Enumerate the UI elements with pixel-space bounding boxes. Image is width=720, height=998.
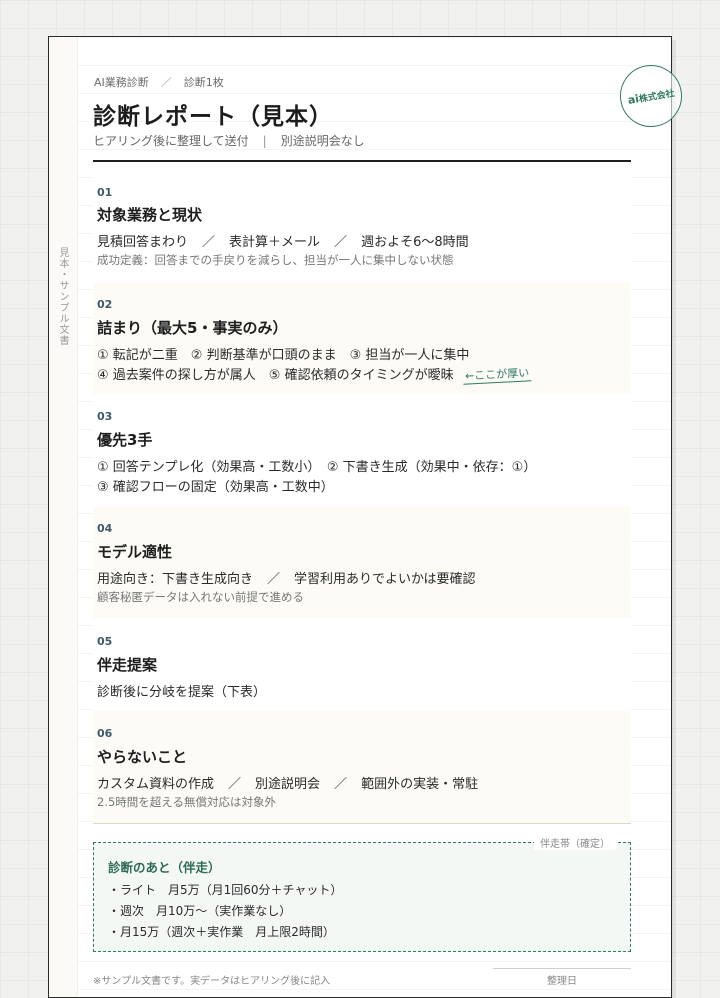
company-seal-stamp: ai 株式会社 xyxy=(615,60,687,132)
page-title: 診断レポート（見本） xyxy=(93,104,333,130)
section-number: 05 xyxy=(97,635,113,648)
support-item: ・月15万（週次＋実作業 月上限2時間） xyxy=(108,925,335,939)
section-title: 伴走提案 xyxy=(97,656,158,674)
section-line: カスタム資料の作成 ／ 別途説明会 ／ 範囲外の実装・常駐 xyxy=(97,773,478,792)
breadcrumb-separator: ／ xyxy=(160,76,172,89)
section-line: ④ 過去案件の探し方が属人 ⑤ 確認依頼のタイミングが曖昧 xyxy=(97,368,454,383)
section-06: 06 やらないこと カスタム資料の作成 ／ 別途説明会 ／ 範囲外の実装・常駐 2.5時… xyxy=(93,711,631,824)
line-part: 学習利用ありでよいかは要確認 xyxy=(294,572,476,587)
section-number: 02 xyxy=(97,298,113,311)
section-number: 01 xyxy=(97,186,113,199)
section-title: 詰まり（最大5・事実のみ） xyxy=(97,319,288,337)
section-note: 顧客秘匿データは入れない前提で進める xyxy=(97,590,304,604)
report-paper: 見本・サンプル文書 AI業務診断 ／ 診断1枚 診断レポート（見本） ヒアリング後に… xyxy=(48,36,687,998)
handwritten-annotation: ←ここが厚い xyxy=(462,364,532,385)
section-01: 01 対象業務と現状 見積回答まわり ／ 表計算＋メール ／ 週およそ6〜8時間 成功定… xyxy=(93,174,631,283)
section-line: 診断後に分岐を提案（下表） xyxy=(97,685,267,700)
line-separator: ／ xyxy=(334,235,348,250)
line-separator: ／ xyxy=(334,777,348,792)
section-line: 用途向き：下書き生成向き ／ 学習利用ありでよいかは要確認 xyxy=(97,568,476,587)
section-note: 2.5時間を超える無償対応は対象外 xyxy=(97,795,276,809)
line-part: カスタム資料の作成 xyxy=(97,777,215,792)
line-part: 見積回答まわり xyxy=(97,235,189,250)
breadcrumb-item: 診断1枚 xyxy=(183,76,224,89)
line-part: 用途向き：下書き生成向き xyxy=(97,572,254,587)
breadcrumb-item: AI業務診断 xyxy=(94,76,149,89)
section-title: モデル適性 xyxy=(97,543,173,561)
stamp-text: 株式会社 xyxy=(638,88,676,105)
section-03: 03 優先3手 ① 回答テンプレ化（効果高・工数小） ② 下書き生成（効果中・依… xyxy=(93,394,631,507)
section-line: ③ 確認フローの固定（効果高・工数中） xyxy=(97,480,334,495)
section-title: やらないこと xyxy=(97,748,188,766)
header-rule xyxy=(93,160,631,162)
line-separator: ／ xyxy=(202,235,216,250)
support-tag: 伴走帯（確定） xyxy=(534,835,616,850)
support-item: ・週次 月10万〜（実作業なし） xyxy=(108,904,292,918)
margin-band: 見本・サンプル文書 xyxy=(49,37,78,997)
line-part: 別途説明会 xyxy=(255,777,321,792)
section-number: 04 xyxy=(97,522,113,535)
section-04: 04 モデル適性 用途向き：下書き生成向き ／ 学習利用ありでよいかは要確認 顧客秘… xyxy=(93,506,631,620)
section-title: 対象業務と現状 xyxy=(97,206,203,224)
section-note: 成功定義：回答までの手戻りを減らし、担当が一人に集中しない状態 xyxy=(97,253,454,267)
subtitle-separator: | xyxy=(262,134,267,148)
subtitle-item: ヒアリング後に整理して送付 xyxy=(93,134,249,148)
section-05: 05 伴走提案 診断後に分岐を提案（下表） xyxy=(93,619,631,712)
line-separator: ／ xyxy=(228,777,242,792)
date-label: 整理日 xyxy=(493,968,631,987)
line-separator: ／ xyxy=(267,572,281,587)
support-item: ・ライト 月5万（月1回60分＋チャット） xyxy=(108,883,343,897)
line-part: 表計算＋メール xyxy=(229,235,321,250)
page-subtitle: ヒアリング後に整理して送付 | 別途説明会なし xyxy=(93,132,365,149)
breadcrumb: AI業務診断 ／ 診断1枚 xyxy=(94,74,224,90)
line-part: 週およそ6〜8時間 xyxy=(361,235,469,250)
section-line: ① 転記が二重 ② 判断基準が口頭のまま ③ 担当が一人に集中 xyxy=(97,348,470,363)
section-number: 06 xyxy=(97,727,113,740)
section-title: 優先3手 xyxy=(97,431,153,449)
support-title: 診断のあと（伴走） xyxy=(108,860,221,875)
subtitle-item: 別途説明会なし xyxy=(280,134,365,148)
section-line: 見積回答まわり ／ 表計算＋メール ／ 週およそ6〜8時間 xyxy=(97,231,469,250)
section-02: 02 詰まり（最大5・事実のみ） ① 転記が二重 ② 判断基準が口頭のまま ③ … xyxy=(93,282,631,395)
section-number: 03 xyxy=(97,410,113,423)
support-band: 伴走帯（確定） 診断のあと（伴走） ・ライト 月5万（月1回60分＋チャット） … xyxy=(93,835,631,952)
section-line: ① 回答テンプレ化（効果高・工数小） ② 下書き生成（効果中・依存：①） xyxy=(97,460,537,475)
side-label: 見本・サンプル文書 xyxy=(57,247,68,346)
line-part: 範囲外の実装・常駐 xyxy=(361,777,479,792)
